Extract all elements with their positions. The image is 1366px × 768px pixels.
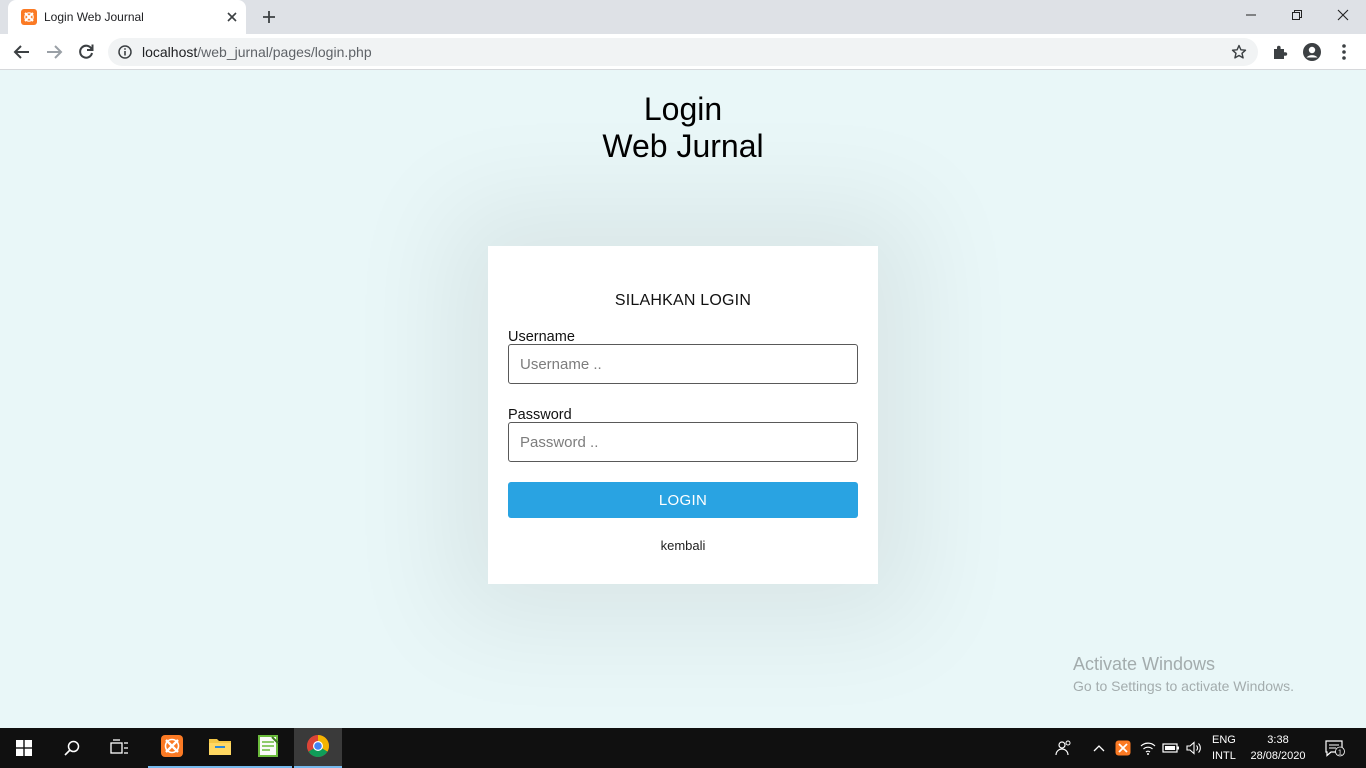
xampp-icon[interactable] [1114, 738, 1132, 758]
watermark-subtitle: Go to Settings to activate Windows. [1073, 678, 1294, 694]
xampp-icon [21, 9, 37, 25]
task-view-icon[interactable] [96, 728, 144, 768]
chrome-icon [306, 734, 330, 763]
notepad-icon [257, 734, 279, 763]
taskbar-file-explorer-app[interactable] [196, 728, 244, 768]
back-arrow-icon[interactable] [12, 42, 32, 62]
search-icon[interactable] [48, 728, 96, 768]
taskbar-clock[interactable]: 3:38 28/08/2020 [1248, 732, 1308, 764]
volume-icon[interactable] [1185, 738, 1203, 758]
address-bar[interactable]: localhost/web_jurnal/pages/login.php [108, 38, 1258, 66]
page-title-line1: Login [643, 91, 723, 127]
taskbar-xampp-app[interactable] [148, 728, 196, 768]
wifi-icon[interactable] [1139, 738, 1157, 758]
plus-icon[interactable] [260, 8, 278, 26]
taskbar-chrome-app[interactable] [294, 728, 342, 768]
reload-icon[interactable] [76, 42, 96, 62]
xampp-icon [160, 734, 184, 763]
browser-tab[interactable]: Login Web Journal [8, 0, 246, 34]
close-window-icon[interactable] [1320, 0, 1366, 30]
lang-line2: INTL [1212, 750, 1236, 762]
input-language-indicator[interactable]: ENG INTL [1212, 732, 1236, 764]
login-card: SILAHKAN LOGIN Username Password LOGIN k… [488, 246, 878, 584]
battery-icon[interactable] [1162, 738, 1180, 758]
star-icon[interactable] [1231, 44, 1247, 60]
folder-icon [208, 735, 232, 762]
activate-windows-watermark: Activate Windows Go to Settings to activ… [1073, 653, 1294, 696]
info-icon[interactable] [118, 45, 132, 59]
menu-dots-icon[interactable] [1334, 42, 1354, 62]
url-text: localhost/web_jurnal/pages/login.php [142, 44, 372, 60]
page-title-line2: Web Jurnal [602, 128, 764, 164]
notification-icon[interactable]: 1 [1324, 738, 1346, 758]
notification-count: 1 [1338, 747, 1342, 756]
login-heading: SILAHKAN LOGIN [614, 292, 752, 309]
forward-arrow-icon[interactable] [44, 42, 64, 62]
profile-icon[interactable] [1302, 42, 1322, 62]
windows-taskbar: ENG INTL 3:38 28/08/2020 1 [0, 728, 1366, 768]
close-icon[interactable] [224, 9, 240, 25]
clock-date: 28/08/2020 [1250, 750, 1306, 762]
lang-line1: ENG [1212, 734, 1236, 746]
browser-toolbar: localhost/web_jurnal/pages/login.php [0, 34, 1366, 70]
browser-tab-strip: Login Web Journal [0, 0, 1366, 34]
minimize-icon[interactable] [1228, 0, 1274, 30]
password-input[interactable] [508, 422, 858, 462]
username-input[interactable] [508, 344, 858, 384]
people-icon[interactable] [1054, 738, 1072, 758]
url-path: /web_jurnal/pages/login.php [197, 44, 372, 60]
taskbar-notepad-app[interactable] [244, 728, 292, 768]
chevron-up-icon[interactable] [1090, 738, 1108, 758]
page-content: Login Web Jurnal SILAHKAN LOGIN Username… [0, 71, 1366, 728]
extensions-icon[interactable] [1270, 42, 1290, 62]
watermark-title: Activate Windows [1073, 654, 1216, 674]
url-host: localhost [142, 44, 198, 60]
clock-time: 3:38 [1267, 734, 1289, 746]
tab-title: Login Web Journal [44, 10, 144, 24]
restore-icon[interactable] [1274, 0, 1320, 30]
windows-start-icon[interactable] [0, 728, 48, 768]
page-title: Login Web Jurnal [0, 91, 1366, 165]
password-label: Password [508, 407, 572, 423]
back-link[interactable]: kembali [488, 538, 878, 553]
username-label: Username [508, 329, 575, 345]
login-button[interactable]: LOGIN [508, 482, 858, 518]
